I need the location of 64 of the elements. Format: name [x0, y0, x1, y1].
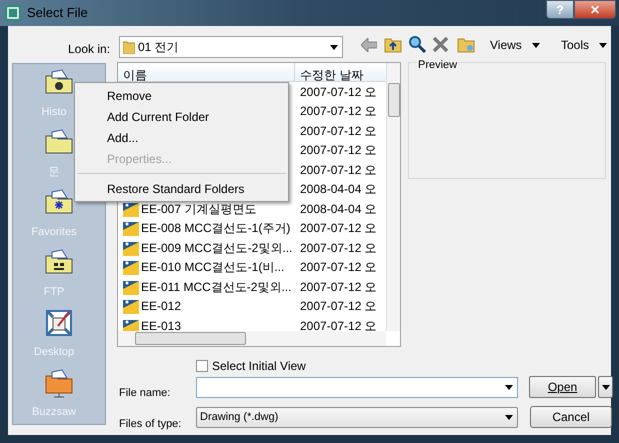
app-icon: [5, 5, 21, 21]
dropdown-arrow-icon: [602, 384, 610, 390]
search-icon[interactable]: [408, 35, 426, 53]
drawing-file-icon: [123, 298, 139, 314]
modified-date: 2007-07-12 오: [299, 142, 377, 160]
look-in-label: Look in:: [68, 41, 110, 58]
modified-date: 2007-07-12 오: [299, 103, 377, 120]
window-title: Select File: [27, 4, 88, 22]
caret-icon: [599, 42, 608, 48]
file-name[interactable]: EE-013: [141, 316, 182, 335]
column-header[interactable]: 이름: [118, 63, 295, 81]
files-of-type-dropdown[interactable]: Drawing (*.dwg): [196, 407, 518, 428]
modified-date: 2007-07-12 오: [299, 84, 377, 101]
dropdown-arrow-icon: [505, 415, 513, 420]
modified-date: 2008-04-04 오: [299, 200, 377, 218]
modified-date: 2008-04-04 오: [299, 181, 377, 198]
scrollbar-thumb[interactable]: [388, 83, 400, 117]
desktop-icon[interactable]: [44, 308, 74, 338]
open-options-button[interactable]: [598, 376, 613, 398]
file-name[interactable]: EE-007 기계실평면도: [141, 200, 256, 218]
menu-item[interactable]: Remove: [75, 85, 288, 106]
modified-date: 2007-07-12 오: [299, 240, 377, 257]
file-name[interactable]: EE-012: [141, 297, 182, 316]
caret-icon: [532, 42, 540, 48]
back-arrow-icon[interactable]: [361, 38, 377, 52]
delete-icon[interactable]: [432, 36, 449, 53]
dropdown-arrow-icon: [505, 385, 513, 390]
modified-date: 2007-07-12 오: [299, 162, 377, 179]
drawing-file-icon: [123, 278, 139, 295]
file-name[interactable]: EE-011 MCC결선도-2및외...: [141, 278, 292, 296]
scrollbar-thumb[interactable]: [135, 332, 246, 345]
drawing-file-icon: [123, 200, 139, 217]
modified-date: 2007-07-12 오: [299, 278, 377, 296]
menu-item: Properties...: [106, 150, 173, 168]
checkbox-label: Select Initial View: [212, 358, 306, 375]
horizontal-scrollbar[interactable]: [118, 331, 386, 346]
menu-item[interactable]: Add Current Folder: [75, 106, 288, 127]
modified-date: 2007-07-12 오: [299, 259, 377, 276]
folder-icon[interactable]: [44, 368, 74, 398]
file-name-label: File name:: [119, 386, 170, 401]
file-name[interactable]: EE-009 MCC결선도-2및외...: [141, 238, 292, 257]
vertical-scrollbar[interactable]: [386, 63, 400, 331]
open-button[interactable]: Open: [529, 376, 596, 398]
checkbox[interactable]: [196, 360, 208, 372]
column-header[interactable]: 수정한 날짜: [295, 63, 386, 81]
dropdown-arrow-icon: [330, 44, 338, 50]
modified-date: 2007-07-12 오: [299, 318, 377, 335]
file-name[interactable]: EE-008 MCC결선도-1(주거): [141, 219, 290, 238]
look-in-dropdown[interactable]: 01 전기: [119, 36, 343, 58]
drawing-file-icon: [123, 240, 139, 256]
modified-date: 2007-07-12 오: [299, 298, 377, 316]
modified-date: 2007-07-12 오: [299, 220, 377, 238]
modified-date: 2007-07-12 오: [299, 122, 377, 140]
menu-item[interactable]: Restore Standard Folders: [75, 178, 288, 199]
drawing-file-icon: [123, 259, 139, 276]
drawing-file-icon: [123, 220, 139, 236]
cancel-button[interactable]: Cancel: [530, 406, 612, 428]
folder-icon: [123, 40, 135, 54]
menu-item[interactable]: Add...: [75, 127, 288, 148]
views-menu-button[interactable]: Views: [490, 36, 540, 54]
file-name[interactable]: EE-010 MCC결선도-1(비...: [141, 258, 284, 276]
file-name-field[interactable]: [196, 377, 518, 398]
tools-menu-button[interactable]: Tools: [561, 36, 608, 54]
files-of-type-label: Files of type:: [119, 417, 182, 432]
